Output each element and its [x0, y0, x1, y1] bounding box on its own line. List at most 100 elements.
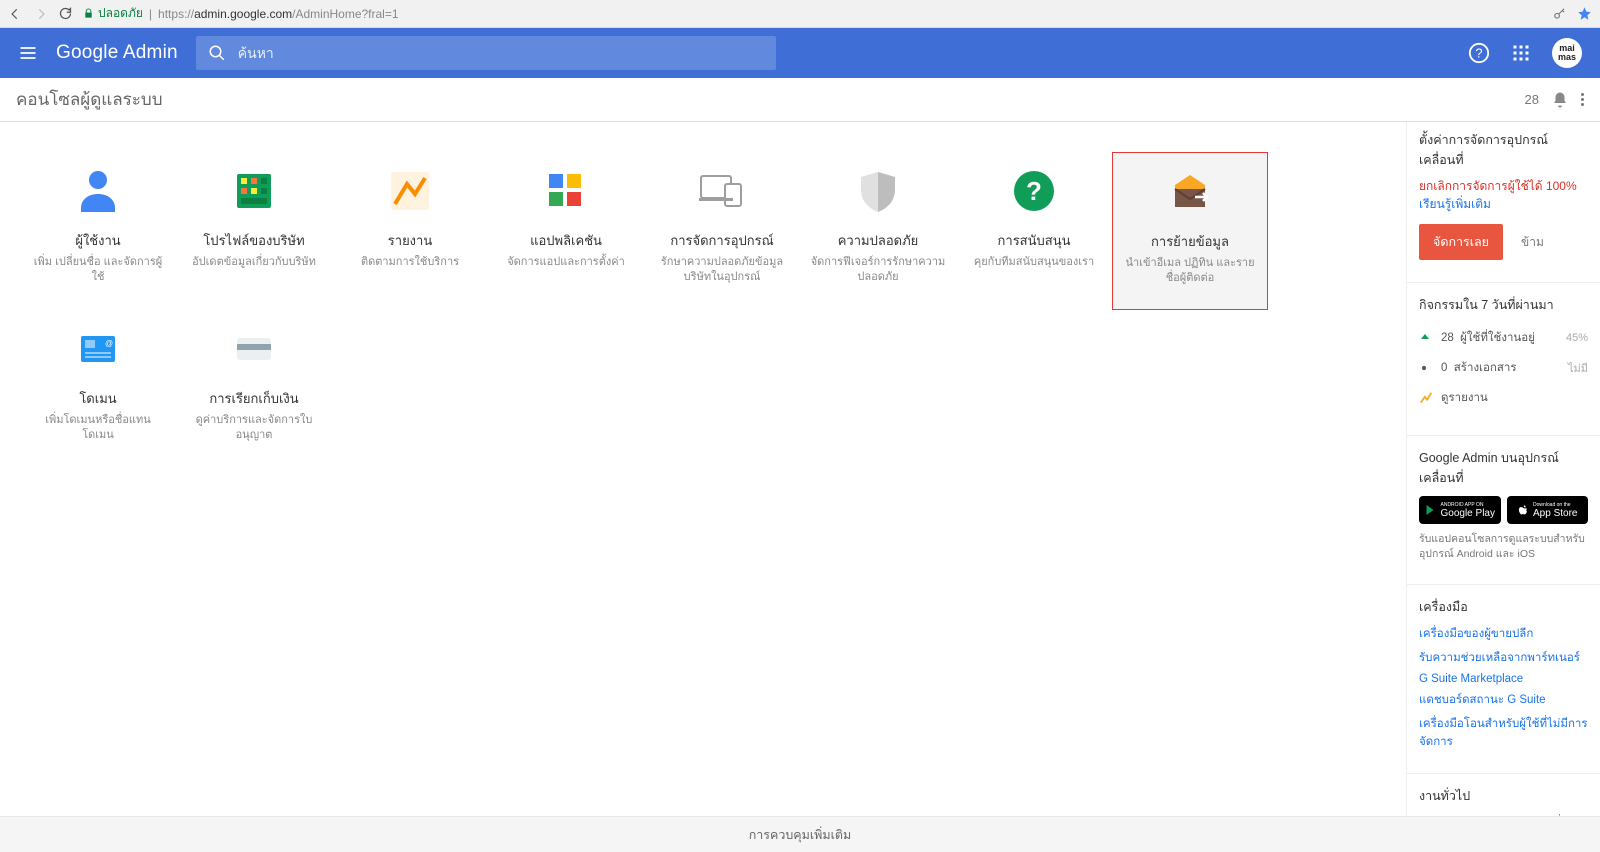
tile-desc: ดูค่าบริการและจัดการใบอนุญาต — [186, 413, 322, 444]
brand-admin: Admin — [123, 42, 178, 63]
sb-skip-link[interactable]: ข้าม — [1521, 233, 1544, 252]
sb-learn-more-link[interactable]: เรียนรู้เพิ่มเติม — [1419, 197, 1491, 211]
tile-desc: จัดการแอปและการตั้งค่า — [507, 255, 625, 270]
tile-title: การจัดการอุปกรณ์ — [670, 230, 773, 251]
tile-desc: อัปเดตข้อมูลเกี่ยวกับบริษัท — [192, 255, 316, 270]
task-link[interactable]: รับแอปพลิเคชันและบริการเพิ่ม — [1419, 814, 1588, 816]
url-host: admin.google.com — [194, 7, 292, 21]
tool-link[interactable]: G Suite Marketplace — [1419, 673, 1588, 685]
avatar[interactable]: mai mas — [1552, 38, 1582, 68]
tile-title: รายงาน — [388, 230, 432, 251]
activity-icon — [1419, 363, 1431, 373]
tile-title: การเรียกเก็บเงิน — [209, 388, 298, 409]
tile-title: การสนับสนุน — [998, 230, 1071, 251]
url-bar[interactable]: ปลอดภัย | https://admin.google.com/Admin… — [83, 4, 1543, 23]
sb-mobile-app: Google Admin บนอุปกรณ์เคลื่อนที่ ANDROID… — [1407, 448, 1600, 575]
tool-link[interactable]: เครื่องมือของผู้ขายปลีก — [1419, 625, 1588, 643]
sb-activity: กิจกรรมใน 7 วันที่ผ่านมา 28 ผู้ใช้ที่ใช้… — [1407, 295, 1600, 427]
tool-link[interactable]: รับความช่วยเหลือจากพาร์ทเนอร์ — [1419, 649, 1588, 667]
migration-icon — [1165, 167, 1215, 217]
back-arrow-icon[interactable] — [8, 7, 22, 21]
tile-migration[interactable]: การย้ายข้อมูล นำเข้าอีเมล ปฏิทิน และรายช… — [1112, 152, 1268, 310]
tile-desc: จัดการฟีเจอร์การรักษาความปลอดภัย — [810, 255, 946, 286]
bookmark-star-icon[interactable] — [1577, 6, 1592, 21]
appstore-big: App Store — [1533, 508, 1577, 519]
play-big: Google Play — [1441, 508, 1495, 519]
sb-tools-heading: เครื่องมือ — [1419, 597, 1588, 617]
chart-icon — [1419, 391, 1431, 405]
tile-desc: รักษาความปลอดภัยข้อมูลบริษัทในอุปกรณ์ — [654, 255, 790, 286]
tool-link[interactable]: แดชบอร์ดสถานะ G Suite — [1419, 691, 1588, 709]
bell-icon[interactable] — [1551, 91, 1569, 109]
url-path: /AdminHome?fral=1 — [292, 7, 398, 21]
sb-view-reports-text: ดูรายงาน — [1441, 389, 1588, 407]
devices-icon — [697, 166, 747, 216]
tile-title: ความปลอดภัย — [838, 230, 919, 251]
sb-mobile-heading: ตั้งค่าการจัดการอุปกรณ์เคลื่อนที่ — [1419, 130, 1588, 170]
activity-text: 28 ผู้ใช้ที่ใช้งานอยู่ — [1441, 329, 1556, 347]
forward-arrow-icon[interactable] — [34, 7, 48, 21]
sb-tasks-heading: งานทั่วไป — [1419, 786, 1588, 806]
billing-icon — [229, 324, 279, 374]
tile-user[interactable]: ผู้ใช้งาน เพิ่ม เปลี่ยนชื่อ และจัดการผู้… — [20, 152, 176, 310]
menu-hamburger-icon[interactable] — [18, 43, 38, 63]
activity-icon — [1419, 332, 1431, 344]
header-icons: ? mai mas — [1468, 38, 1582, 68]
tile-title: แอปพลิเคชัน — [530, 230, 602, 251]
tile-billing[interactable]: การเรียกเก็บเงิน ดูค่าบริการและจัดการใบอ… — [176, 310, 332, 468]
apps-grid-icon[interactable] — [1512, 44, 1530, 62]
tile-title: การย้ายข้อมูล — [1151, 231, 1229, 252]
tile-reports[interactable]: รายงาน ติดตามการใช้บริการ — [332, 152, 488, 310]
browser-chrome-bar: ปลอดภัย | https://admin.google.com/Admin… — [0, 0, 1600, 28]
activity-meta: 45% — [1566, 332, 1588, 344]
sb-mobile-redtext: ยกเลิกการจัดการผู้ใช้ได้ 100% — [1419, 178, 1588, 195]
tile-company[interactable]: โปรไฟล์ของบริษัท อัปเดตข้อมูลเกี่ยวกับบร… — [176, 152, 332, 310]
help-icon[interactable]: ? — [1468, 42, 1490, 64]
appstore-small: Download on the — [1533, 502, 1577, 508]
url-scheme: https:// — [158, 7, 194, 21]
brand-logo[interactable]: Google Admin — [56, 42, 178, 64]
brand-google: Google — [56, 42, 118, 63]
activity-row: 28 ผู้ใช้ที่ใช้งานอยู่ 45% — [1419, 323, 1588, 353]
tile-support[interactable]: การสนับสนุน คุยกับทีมสนับสนุนของเรา — [956, 152, 1112, 310]
tile-devices[interactable]: การจัดการอุปกรณ์ รักษาความปลอดภัยข้อมูลบ… — [644, 152, 800, 310]
footer-bar[interactable]: การควบคุมเพิ่มเติม — [0, 816, 1600, 852]
sidebar-collapse-button[interactable] — [1406, 130, 1407, 154]
support-icon — [1009, 166, 1059, 216]
sb-view-reports-row[interactable]: ดูรายงาน — [1419, 383, 1588, 413]
tile-security[interactable]: ความปลอดภัย จัดการฟีเจอร์การรักษาความปลอ… — [800, 152, 956, 310]
reload-icon[interactable] — [58, 6, 73, 21]
url-divider: | — [149, 7, 152, 21]
tile-desc: เพิ่ม เปลี่ยนชื่อ และจัดการผู้ใช้ — [30, 255, 166, 286]
tile-title: โปรไฟล์ของบริษัท — [203, 230, 304, 251]
security-icon — [853, 166, 903, 216]
key-icon[interactable] — [1553, 7, 1567, 21]
tile-apps[interactable]: แอปพลิเคชัน จัดการแอปและการตั้งค่า — [488, 152, 644, 310]
activity-text: 0 สร้างเอกสาร — [1441, 359, 1558, 377]
footer-text: การควบคุมเพิ่มเติม — [749, 825, 852, 845]
tool-link[interactable]: เครื่องมือโอนสำหรับผู้ใช้ที่ไม่มีการจัดก… — [1419, 715, 1588, 751]
sb-manage-now-button[interactable]: จัดการเลย — [1419, 224, 1503, 260]
lock-icon: ปลอดภัย — [83, 4, 143, 23]
sb-tasks: งานทั่วไป รับแอปพลิเคชันและบริการเพิ่มตร… — [1407, 786, 1600, 816]
tile-desc: นำเข้าอีเมล ปฏิทิน และรายชื่อผู้ติดต่อ — [1123, 256, 1257, 287]
search-icon — [208, 44, 226, 62]
tile-desc: ติดตามการใช้บริการ — [361, 255, 459, 270]
main-content: ผู้ใช้งาน เพิ่ม เปลี่ยนชื่อ และจัดการผู้… — [0, 122, 1600, 816]
app-store-badge[interactable]: Download on the App Store — [1507, 496, 1589, 524]
tile-desc: คุยกับทีมสนับสนุนของเรา — [974, 255, 1094, 270]
user-icon — [73, 166, 123, 216]
svg-text:?: ? — [1475, 46, 1482, 61]
google-play-badge[interactable]: ANDROID APP ON Google Play — [1419, 496, 1501, 524]
search-box[interactable] — [196, 36, 776, 70]
browser-right-icons — [1553, 6, 1592, 21]
activity-row: 0 สร้างเอกสาร ไม่มี — [1419, 353, 1588, 383]
more-vert-icon[interactable] — [1581, 93, 1584, 106]
notif-count: 28 — [1525, 92, 1539, 107]
sb-activity-heading: กิจกรรมใน 7 วันที่ผ่านมา — [1419, 295, 1588, 315]
search-input[interactable] — [238, 45, 764, 61]
activity-meta: ไม่มี — [1568, 359, 1588, 377]
tile-domains[interactable]: โดเมน เพิ่มโดเมนหรือชื่อแทนโดเมน — [20, 310, 176, 468]
app-header: Google Admin ? mai mas — [0, 28, 1600, 78]
tile-title: ผู้ใช้งาน — [75, 230, 120, 251]
